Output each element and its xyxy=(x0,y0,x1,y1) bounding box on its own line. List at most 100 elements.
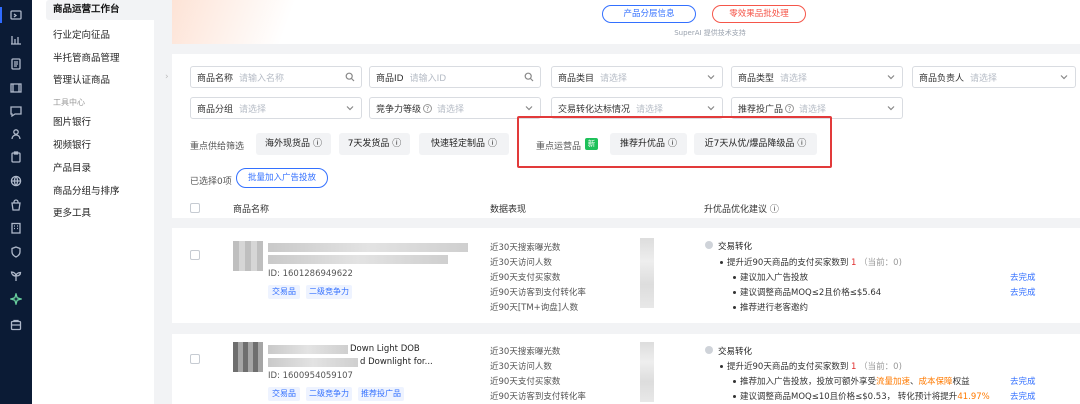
target-value: 1 xyxy=(851,362,857,372)
column-header-suggest: 升优品优化建议 ⓘ xyxy=(704,202,779,215)
plant-icon[interactable] xyxy=(9,269,23,283)
complete-link[interactable]: 去完成 xyxy=(1010,375,1036,387)
product-tag: 二级竞争力 xyxy=(306,387,352,401)
product-title-fragment: Down Light DOB xyxy=(350,344,420,354)
bullet-icon xyxy=(733,380,736,383)
select-all-checkbox[interactable] xyxy=(190,203,200,213)
clipboard-icon[interactable] xyxy=(9,150,23,164)
suggest-bullet: 推荐加入广告投放，投放可额外享受流量加速、成本保障权益 xyxy=(740,375,970,387)
bullet-text: 权益 xyxy=(952,377,970,387)
sidebar-item-semi-managed[interactable]: 半托管商品管理 xyxy=(53,50,120,64)
filter-placeholder: 请选择 xyxy=(970,73,998,84)
video-icon[interactable] xyxy=(9,81,23,95)
batch-add-ads-button[interactable]: 批量加入广告投放 xyxy=(236,168,328,188)
shield-icon[interactable] xyxy=(9,245,23,259)
status-dot-icon xyxy=(705,346,713,354)
suggest-bullet: 推荐进行老客邀约 xyxy=(740,303,809,313)
chevron-down-icon xyxy=(1060,75,1068,80)
product-title-redacted xyxy=(268,358,358,367)
product-id-filter[interactable]: 商品ID 请输入ID xyxy=(369,66,541,88)
building-icon[interactable] xyxy=(9,221,23,235)
metric-values-redacted xyxy=(640,342,654,402)
selected-count: 已选择0项 xyxy=(190,177,232,187)
section-label-tools: 工具中心 xyxy=(53,98,85,107)
sidebar-item-catalog[interactable]: 产品目录 xyxy=(53,160,91,174)
filter-placeholder: 请输入名称 xyxy=(239,73,285,84)
product-group-select[interactable]: 商品分组 请选择 xyxy=(190,97,362,119)
chart-icon[interactable] xyxy=(9,33,23,47)
filter-placeholder: 请选择 xyxy=(799,104,827,115)
tag-label: 7天发货品 xyxy=(347,139,390,149)
row-checkbox[interactable] xyxy=(190,354,200,364)
highlight-text: 41.97% xyxy=(957,392,990,402)
owner-select[interactable]: 商品负责人 请选择 xyxy=(912,66,1076,88)
chevron-down-icon xyxy=(887,106,895,111)
sidebar-item-image-bank[interactable]: 图片银行 xyxy=(53,114,91,128)
deliver-icon[interactable] xyxy=(9,8,23,22)
chevron-down-icon xyxy=(887,75,895,80)
filter-label: 商品ID xyxy=(376,73,404,84)
competitiveness-select[interactable]: 竞争力等级 ? 请选择 xyxy=(369,97,541,119)
filter-placeholder: 请输入ID xyxy=(409,73,447,84)
filter-label: 商品类型 xyxy=(738,73,775,84)
bullet-text: 推荐加入广告投放，投放可额外享受 xyxy=(740,377,877,387)
tag-label: 快速轻定制品 xyxy=(431,139,486,149)
filter-label: 商品名称 xyxy=(197,73,234,84)
suggest-line: 提升近90天商品的支付买家数到 1 （当前：0) xyxy=(727,360,902,372)
seven-day-ship-tag[interactable]: 7天发货品 ⓘ xyxy=(339,133,410,155)
product-type-select[interactable]: 商品类型 请选择 xyxy=(731,66,903,88)
product-name-filter[interactable]: 商品名称 请输入名称 xyxy=(190,66,362,88)
help-icon[interactable]: ? xyxy=(785,103,795,113)
sidebar-item-video-bank[interactable]: 视频银行 xyxy=(53,137,91,151)
chevron-down-icon xyxy=(346,106,354,111)
suggest-text: 提升近90天商品的支付买家数到 xyxy=(727,362,849,372)
help-icon: ⓘ xyxy=(487,139,497,149)
metric-label: 近90天支付买家数 xyxy=(490,377,561,387)
header-label: 升优品优化建议 xyxy=(704,205,768,215)
target-value: 1 xyxy=(851,258,857,268)
bullet-icon xyxy=(733,276,736,279)
product-layer-info-button[interactable]: 产品分层信息 xyxy=(602,5,696,23)
category-select[interactable]: 商品类目 请选择 xyxy=(551,66,723,88)
bag-icon[interactable] xyxy=(9,198,23,212)
users-icon[interactable] xyxy=(9,127,23,141)
sidebar-item-group-sort[interactable]: 商品分组与排序 xyxy=(53,183,120,197)
product-title-redacted xyxy=(268,255,448,264)
suggest-bullet: 建议加入广告投放 xyxy=(740,273,809,283)
row-checkbox[interactable] xyxy=(190,250,200,260)
card-icon[interactable] xyxy=(9,318,23,332)
sidebar-item-certified[interactable]: 管理认证商品 xyxy=(53,72,110,86)
complete-link[interactable]: 去完成 xyxy=(1010,390,1036,402)
inefficient-batch-button[interactable]: 零效果品批处理 xyxy=(712,5,806,23)
complete-link[interactable]: 去完成 xyxy=(1010,286,1036,298)
filter-label: 竞争力等级 xyxy=(376,104,422,115)
filter-placeholder: 请选择 xyxy=(636,104,664,115)
message-icon[interactable] xyxy=(9,104,23,118)
suggest-bullet: 建议调整商品MOQ≤2且价格≤$5.64 xyxy=(740,288,882,298)
product-tag: 交易品 xyxy=(268,387,300,401)
bullet-icon xyxy=(733,306,736,309)
globe-icon[interactable] xyxy=(9,174,23,188)
sparkle-icon[interactable] xyxy=(9,292,23,306)
help-icon: ⓘ xyxy=(392,139,402,149)
sidebar-item-industry[interactable]: 行业定向征品 xyxy=(53,27,110,41)
chevron-down-icon xyxy=(707,106,715,111)
orders-icon[interactable] xyxy=(9,57,23,71)
product-id: ID: 1601286949622 xyxy=(268,269,353,279)
light-custom-tag[interactable]: 快速轻定制品 ⓘ xyxy=(419,133,509,155)
bullet-text: 、 xyxy=(910,377,919,387)
sidebar-item-more-tools[interactable]: 更多工具 xyxy=(53,205,91,219)
product-image[interactable] xyxy=(233,342,263,372)
bullet-icon xyxy=(720,365,723,368)
help-icon[interactable]: ? xyxy=(423,103,433,113)
overseas-stock-tag[interactable]: 海外现货品 ⓘ xyxy=(256,133,331,155)
banner-decoration xyxy=(172,0,302,44)
bullet-icon xyxy=(720,261,723,264)
complete-link[interactable]: 去完成 xyxy=(1010,271,1036,283)
sidebar-item-workbench[interactable]: 商品运营工作台 xyxy=(46,0,174,20)
rail-active-indicator xyxy=(0,7,2,23)
product-tag: 推荐投广品 xyxy=(358,387,404,401)
product-image[interactable] xyxy=(233,241,263,271)
metric-label: 近30天搜索曝光数 xyxy=(490,347,561,357)
metric-label: 近90天访客到支付转化率 xyxy=(490,288,586,298)
